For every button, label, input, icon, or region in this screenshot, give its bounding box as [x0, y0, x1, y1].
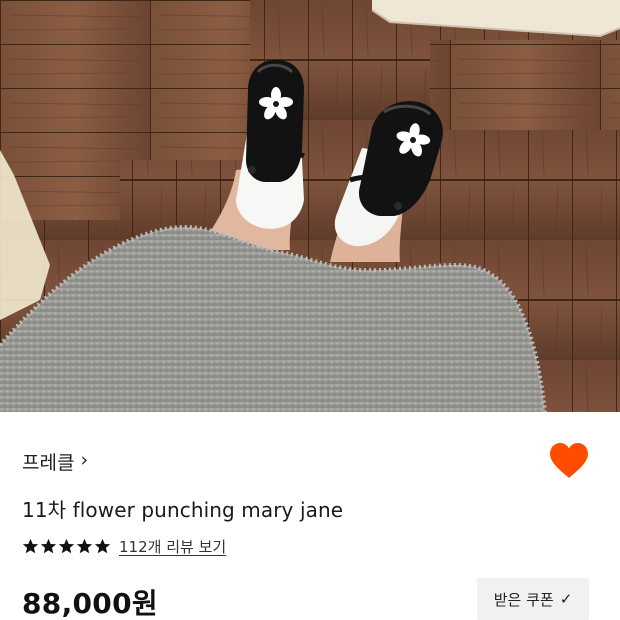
- star-icon: [76, 538, 93, 554]
- brand-name: 프레클: [22, 452, 75, 474]
- star-icon: [94, 538, 111, 554]
- brand-link[interactable]: 프레클 ›: [22, 448, 88, 475]
- coupon-label: 받은 쿠폰: [493, 590, 554, 609]
- product-detail-page: 프레클 › 11차 flower punching mary jane 112개…: [0, 0, 620, 620]
- star-icon: [40, 538, 57, 554]
- check-icon: ✓: [559, 590, 573, 608]
- product-image[interactable]: [0, 0, 620, 412]
- rating-row: 112개 리뷰 보기: [22, 536, 226, 557]
- chevron-right-icon: ›: [80, 449, 89, 471]
- coupon-button[interactable]: 받은 쿠폰 ✓: [477, 578, 589, 620]
- star-icon: [22, 538, 39, 554]
- product-price: 88,000원: [22, 587, 158, 620]
- review-link[interactable]: 112개 리뷰 보기: [119, 536, 226, 557]
- product-title: 11차 flower punching mary jane: [22, 498, 344, 522]
- product-info: 프레클 › 11차 flower punching mary jane 112개…: [0, 412, 620, 620]
- favorite-button[interactable]: [548, 442, 590, 480]
- heart-icon: [550, 443, 588, 478]
- rating-stars: [22, 538, 111, 555]
- star-icon: [58, 538, 75, 554]
